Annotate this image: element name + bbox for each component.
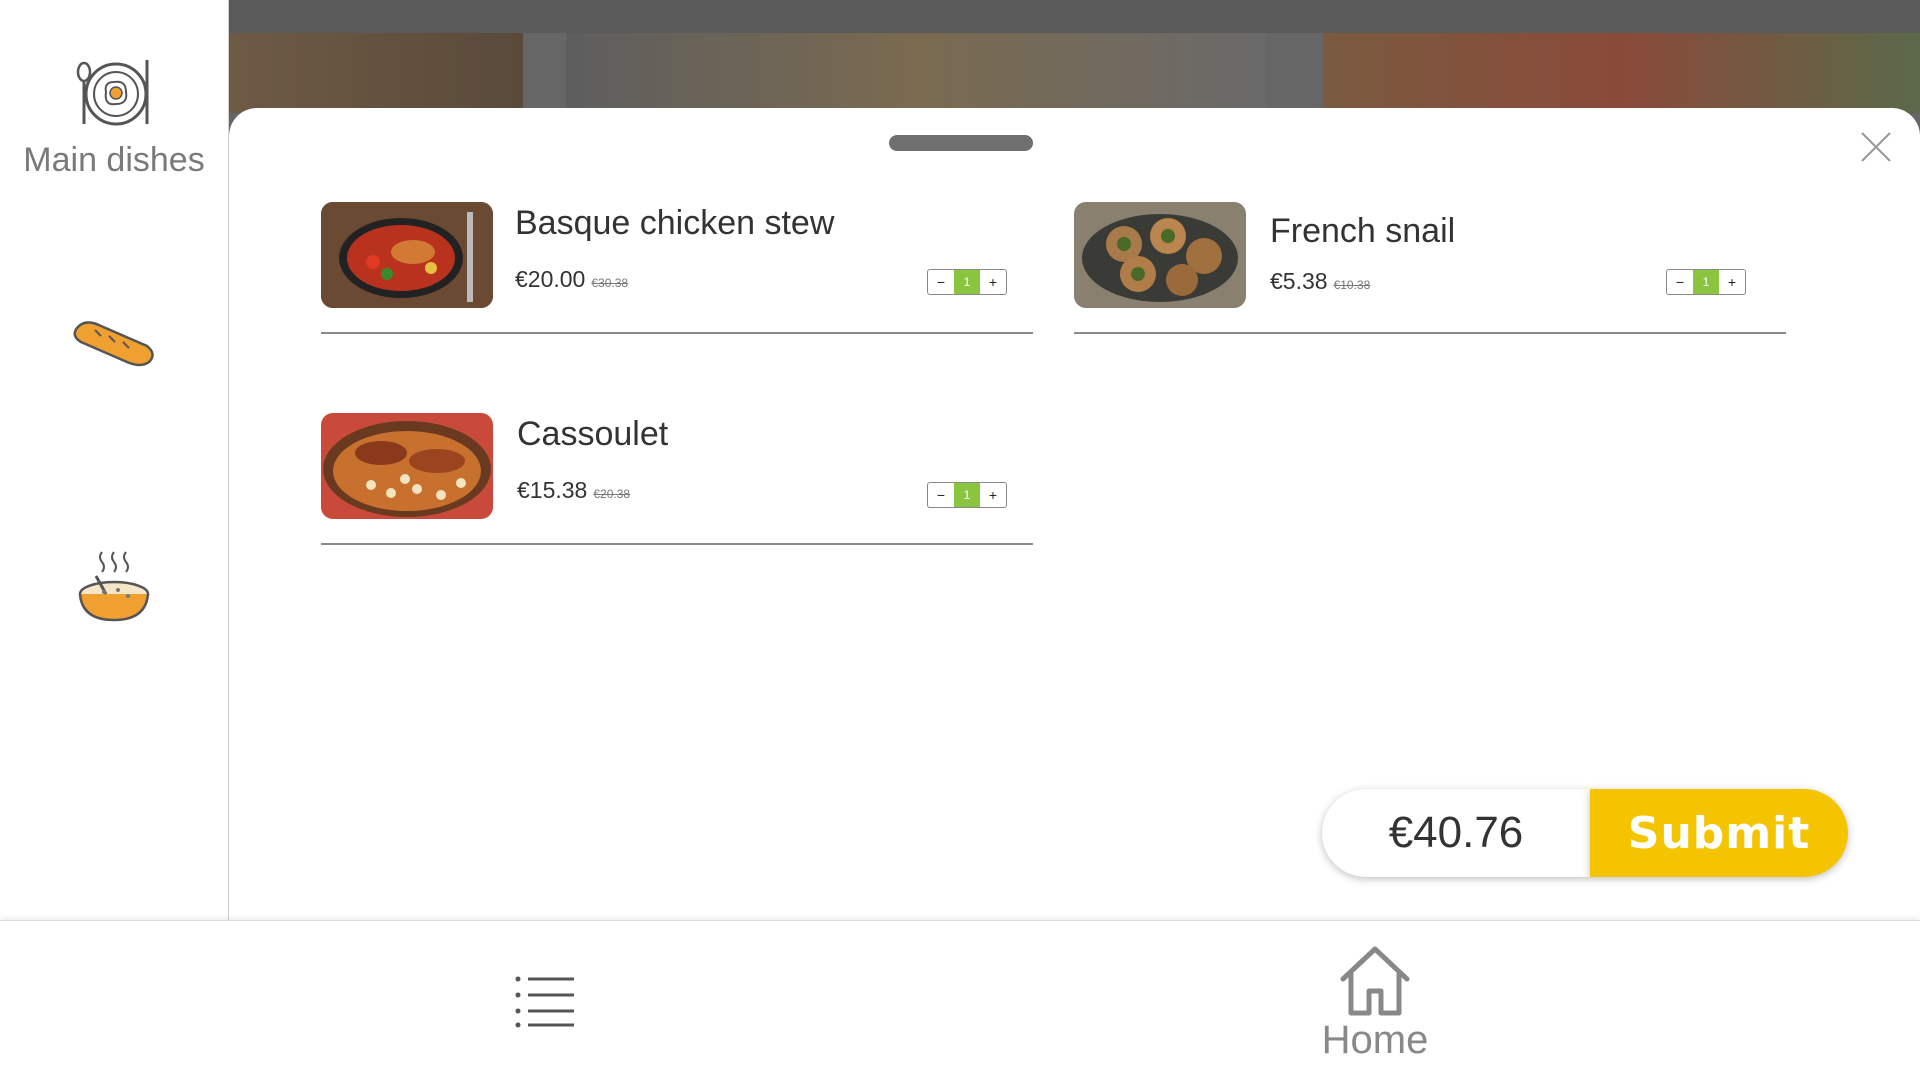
close-icon[interactable] (1859, 130, 1893, 164)
category-sidebar: Main dishes (0, 0, 229, 920)
quantity-value: 1 (954, 270, 980, 294)
cart-item: Basque chicken stew €20.00 €30.38 − 1 + (321, 202, 1033, 334)
original-price: €30.38 (591, 276, 629, 290)
dish-price: €15.38 €20.38 (517, 477, 630, 504)
dish-price: €20.00 €30.38 (515, 266, 628, 293)
dish-name: Basque chicken stew (515, 204, 835, 242)
submit-button[interactable]: Submit (1590, 789, 1848, 877)
background-food-image (1323, 33, 1920, 113)
quantity-value: 1 (1693, 270, 1719, 294)
dish-image (321, 413, 493, 519)
decrease-button[interactable]: − (1667, 270, 1693, 294)
home-nav-button[interactable]: Home (1310, 943, 1440, 1063)
increase-button[interactable]: + (980, 483, 1006, 507)
increase-button[interactable]: + (980, 270, 1006, 294)
dish-name: French snail (1270, 212, 1456, 250)
background-header (229, 0, 1920, 33)
dish-price: €5.38 €10.38 (1270, 268, 1370, 295)
category-soup[interactable] (0, 548, 228, 629)
dish-name: Cassoulet (517, 415, 669, 453)
home-icon (1340, 946, 1410, 1016)
cart-sheet: Basque chicken stew €20.00 €30.38 − 1 + F… (229, 108, 1920, 920)
increase-button[interactable]: + (1719, 270, 1745, 294)
category-label: Main dishes (23, 141, 205, 179)
dish-image (1074, 202, 1246, 308)
current-price: €5.38 (1270, 268, 1328, 294)
current-price: €15.38 (517, 477, 588, 503)
original-price: €10.38 (1333, 278, 1371, 292)
original-price: €20.38 (593, 487, 631, 501)
quantity-stepper: − 1 + (927, 269, 1007, 295)
list-icon[interactable] (514, 973, 580, 1029)
order-total: €40.76 (1322, 789, 1590, 877)
quantity-stepper: − 1 + (927, 482, 1007, 508)
background-food-image (566, 33, 1266, 113)
category-main-dishes[interactable]: Main dishes (0, 52, 228, 180)
decrease-button[interactable]: − (928, 483, 954, 507)
dish-image (321, 202, 493, 308)
decrease-button[interactable]: − (928, 270, 954, 294)
sheet-drag-handle[interactable] (889, 135, 1033, 151)
quantity-value: 1 (954, 483, 980, 507)
cart-item: Cassoulet €15.38 €20.38 − 1 + (321, 413, 1033, 545)
soup-bowl-icon (78, 551, 150, 622)
bread-icon (73, 321, 154, 367)
category-bread[interactable] (0, 312, 228, 377)
current-price: €20.00 (515, 266, 586, 292)
plate-egg-icon (76, 60, 149, 126)
cart-item: French snail €5.38 €10.38 − 1 + (1074, 202, 1786, 334)
home-label: Home (1321, 1018, 1429, 1062)
quantity-stepper: − 1 + (1666, 269, 1746, 295)
bottom-nav: Home (0, 920, 1920, 1081)
background-food-image (229, 33, 523, 113)
